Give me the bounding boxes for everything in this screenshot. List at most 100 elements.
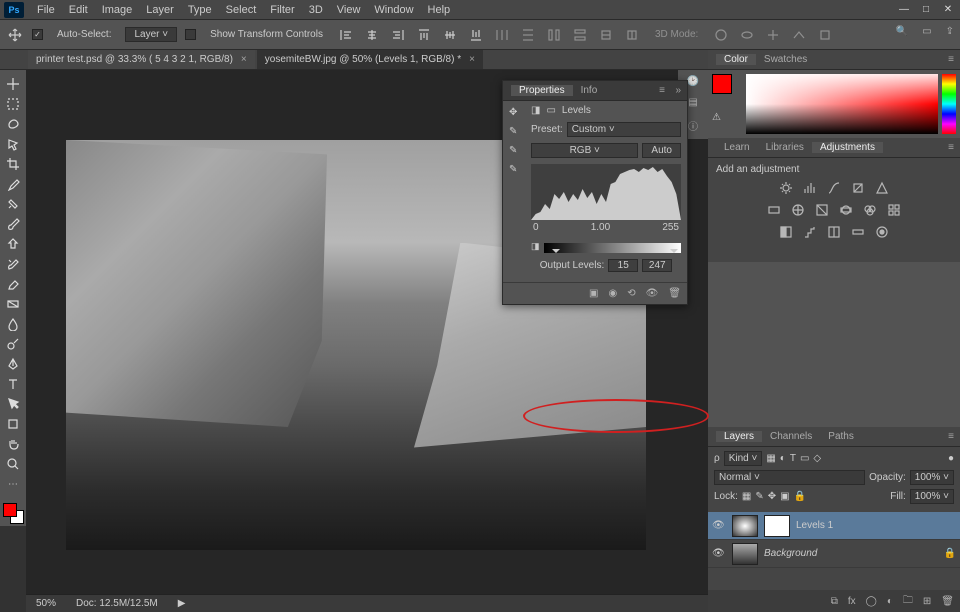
hand-tool[interactable] [0,434,26,454]
collapse-icon[interactable]: » [675,85,681,96]
share-icon[interactable]: ⇪ [946,26,954,37]
auto-select-target[interactable]: Layer ˅ [125,27,177,42]
levels-icon[interactable] [800,179,820,197]
output-white[interactable]: 247 [642,259,672,272]
blend-mode[interactable]: Normal ˅ [714,470,865,485]
blur-tool[interactable] [0,314,26,334]
panel-menu-icon[interactable]: ≡ [948,142,954,153]
fg-swatch[interactable] [712,74,732,94]
tab-properties[interactable]: Properties [511,85,573,96]
posterize-icon[interactable] [800,223,820,241]
panel-menu-icon[interactable]: ≡ [659,85,665,96]
align-top-icon[interactable] [415,26,433,44]
tab-printer-test[interactable]: printer test.psd @ 33.3% ( 5 4 3 2 1, RG… [28,49,255,69]
tab-learn[interactable]: Learn [716,142,758,153]
filter-kind[interactable]: Kind ˅ [724,451,763,466]
gradient-tool[interactable] [0,294,26,314]
histogram[interactable] [531,164,681,220]
fx-icon[interactable]: fx [848,596,856,607]
delete-icon[interactable]: 🗑 [941,596,954,607]
hue-strip[interactable] [942,74,956,134]
clone-tool[interactable] [0,234,26,254]
align-right-icon[interactable] [389,26,407,44]
invert-icon[interactable] [776,223,796,241]
filter-pixel-icon[interactable]: ▦ [766,453,775,464]
layer-row-levels[interactable]: 👁 Levels 1 [708,512,960,540]
adjustment-thumbnail[interactable] [732,515,758,537]
menu-select[interactable]: Select [219,4,264,16]
doc-info[interactable]: Doc: 12.5M/12.5M [76,598,158,609]
opacity-value[interactable]: 100% ˅ [910,470,954,485]
photo-filter-icon[interactable] [836,201,856,219]
tab-adjustments[interactable]: Adjustments [812,142,883,153]
color-balance-icon[interactable] [788,201,808,219]
path-select-tool[interactable] [0,394,26,414]
input-black[interactable]: 0 [533,222,539,233]
filter-type-icon[interactable]: T [790,453,796,464]
exposure-icon[interactable] [848,179,868,197]
auto-button[interactable]: Auto [642,143,681,158]
channel-mixer-icon[interactable] [860,201,880,219]
gray-eyedropper-icon[interactable]: ✎ [509,145,525,156]
eraser-tool[interactable] [0,274,26,294]
lock-pixels-icon[interactable]: ✎ [755,491,763,502]
vibrance-icon[interactable] [872,179,892,197]
healing-tool[interactable] [0,194,26,214]
sample-all-icon[interactable]: ✥ [509,107,525,118]
move-tool[interactable] [0,74,26,94]
tab-info[interactable]: Info [573,85,606,96]
selective-color-icon[interactable] [872,223,892,241]
marquee-tool[interactable] [0,94,26,114]
output-black[interactable]: 15 [608,259,638,272]
align-bottom-icon[interactable] [467,26,485,44]
reset-icon[interactable]: ⟲ [627,288,635,299]
menu-image[interactable]: Image [95,4,140,16]
zoom-level[interactable]: 50% [36,598,56,609]
clip-icon[interactable]: ▣ [589,288,598,299]
menu-type[interactable]: Type [181,4,219,16]
menu-view[interactable]: View [330,4,368,16]
toggle-visibility-icon[interactable]: 👁 [646,288,659,299]
layer-name[interactable]: Background [764,548,817,559]
shape-tool[interactable] [0,414,26,434]
bw-icon[interactable] [812,201,832,219]
color-lookup-icon[interactable] [884,201,904,219]
filter-toggle[interactable]: ● [948,453,954,464]
channel-select[interactable]: RGB ˅ [531,143,638,158]
quick-select-tool[interactable] [0,134,26,154]
foreground-color[interactable] [3,503,17,517]
fill-value[interactable]: 100% ˅ [910,489,954,504]
tab-close-icon[interactable]: × [241,54,247,65]
input-white[interactable]: 255 [662,222,679,233]
visibility-icon[interactable]: 👁 [712,520,726,531]
tab-close-icon[interactable]: × [469,54,475,65]
minimize-icon[interactable]: — [898,3,910,15]
show-transform-checkbox[interactable] [185,29,196,40]
tab-yosemite[interactable]: yosemiteBW.jpg @ 50% (Levels 1, RGB/8) *… [257,49,483,69]
crop-tool[interactable] [0,154,26,174]
brush-tool[interactable] [0,214,26,234]
previous-state-icon[interactable]: ◉ [608,288,617,299]
threshold-icon[interactable] [824,223,844,241]
new-layer-icon[interactable]: ⊞ [923,596,931,607]
align-left-icon[interactable] [337,26,355,44]
mask-icon[interactable]: ◯ [866,596,877,607]
menu-help[interactable]: Help [421,4,458,16]
history-panel-icon[interactable]: 🕑 [687,76,699,87]
menu-file[interactable]: File [30,4,62,16]
properties-panel-icon[interactable]: ▤ [688,97,697,108]
close-icon[interactable]: ✕ [942,3,954,15]
curves-icon[interactable] [824,179,844,197]
auto-select-checkbox[interactable]: ✓ [32,29,43,40]
align-hcenter-icon[interactable] [363,26,381,44]
status-arrow-icon[interactable]: ▶ [178,598,186,609]
tab-layers[interactable]: Layers [716,431,762,442]
tab-color[interactable]: Color [716,54,756,65]
input-gamma[interactable]: 1.00 [591,222,610,233]
tab-libraries[interactable]: Libraries [758,142,812,153]
menu-edit[interactable]: Edit [62,4,95,16]
menu-layer[interactable]: Layer [139,4,181,16]
output-gradient[interactable] [544,243,681,253]
edit-toolbar[interactable]: ⋯ [0,474,26,494]
mask-thumbnail[interactable] [764,515,790,537]
